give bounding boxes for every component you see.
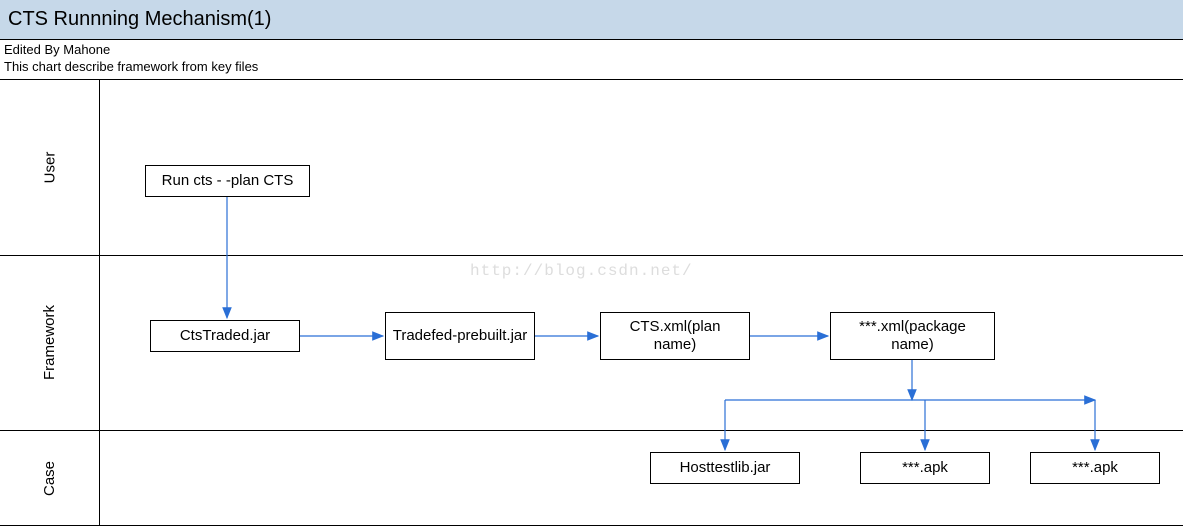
node-hosttestlib: Hosttestlib.jar bbox=[650, 452, 800, 484]
swimlane-area: User Framework Case http://blog.csdn.net… bbox=[0, 80, 1183, 526]
sub-header: Edited By Mahone This chart describe fra… bbox=[0, 40, 1183, 80]
description-line: This chart describe framework from key f… bbox=[4, 59, 1179, 76]
title-bar: CTS Runnning Mechanism(1) bbox=[0, 0, 1183, 40]
node-apk1: ***.apk bbox=[860, 452, 990, 484]
lane-divider-2 bbox=[0, 430, 1183, 431]
lane-label-case: Case bbox=[0, 430, 100, 526]
watermark: http://blog.csdn.net/ bbox=[470, 262, 693, 280]
node-run-cmd: Run cts - -plan CTS bbox=[145, 165, 310, 197]
lane-label-case-text: Case bbox=[41, 460, 58, 495]
node-apk2: ***.apk bbox=[1030, 452, 1160, 484]
lane-label-framework-text: Framework bbox=[41, 305, 58, 380]
node-cts-xml: CTS.xml(plan name) bbox=[600, 312, 750, 360]
lane-label-user-text: User bbox=[41, 152, 58, 184]
node-cts-traded: CtsTraded.jar bbox=[150, 320, 300, 352]
lane-label-framework: Framework bbox=[0, 255, 100, 430]
arrows-layer bbox=[0, 80, 1183, 526]
page-title: CTS Runnning Mechanism(1) bbox=[8, 8, 271, 31]
editor-line: Edited By Mahone bbox=[4, 42, 1179, 59]
lane-label-user: User bbox=[0, 80, 100, 255]
node-tradefed: Tradefed-prebuilt.jar bbox=[385, 312, 535, 360]
lane-divider-1 bbox=[0, 255, 1183, 256]
node-pkg-xml: ***.xml(package name) bbox=[830, 312, 995, 360]
